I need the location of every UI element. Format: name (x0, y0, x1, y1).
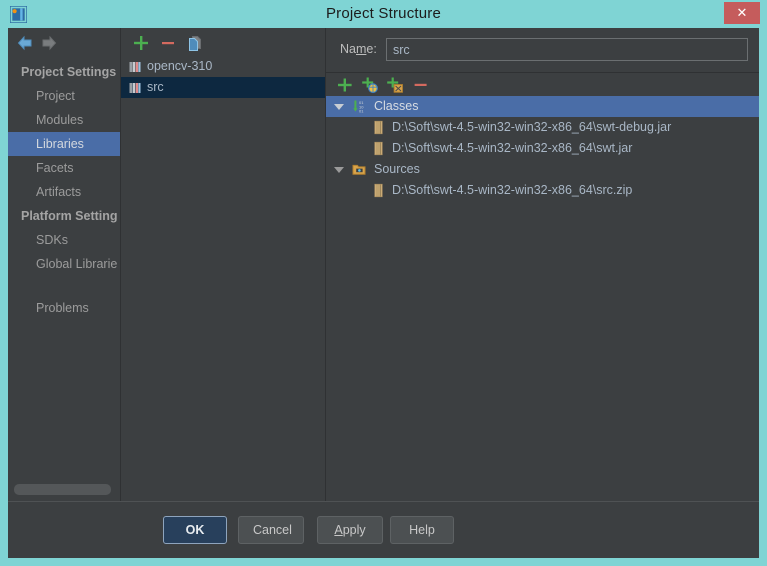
remove-root-button[interactable] (411, 76, 431, 94)
tree-node-label: Classes (374, 99, 419, 113)
tree-node-label: D:\Soft\swt-4.5-win32-win32-x86_64\swt-d… (392, 120, 672, 134)
forward-arrow-icon[interactable] (40, 35, 58, 51)
remove-library-button[interactable] (158, 33, 178, 53)
roots-toolbar (326, 73, 759, 96)
close-button[interactable]: ✕ (724, 2, 760, 24)
add-library-button[interactable] (131, 33, 151, 53)
nav-group-header-platform-settings: Platform Setting (21, 209, 118, 223)
sidebar-item-modules[interactable]: Modules (8, 108, 120, 132)
list-item[interactable]: src (121, 77, 325, 98)
library-editor-panel: Name: src 01 10 01 Classes D:\Soft\swt-4… (326, 28, 759, 501)
list-item-label: src (147, 80, 164, 94)
libraries-list: opencv-310 src (121, 56, 325, 501)
tree-node-label: D:\Soft\swt-4.5-win32-win32-x86_64\src.z… (392, 183, 633, 197)
name-row: Name: (326, 28, 759, 72)
title-bar: Project Structure ✕ (0, 0, 767, 28)
classes-binary-icon: 01 10 01 (352, 99, 367, 114)
tree-node-sources-entry[interactable]: D:\Soft\swt-4.5-win32-win32-x86_64\src.z… (326, 180, 759, 201)
dialog-button-bar: OK Cancel Apply Help (8, 502, 759, 558)
sidebar-item-global-libraries[interactable]: Global Librarie (8, 252, 120, 276)
jar-archive-icon (371, 183, 386, 198)
navigation-arrows (8, 32, 120, 56)
sidebar-item-libraries[interactable]: Libraries (8, 132, 120, 156)
library-books-icon (128, 60, 142, 74)
project-structure-dialog: Project Structure ✕ Project Settings Pro… (0, 0, 767, 566)
cancel-button[interactable]: Cancel (238, 516, 304, 544)
library-books-icon (128, 81, 142, 95)
sidebar-item-sdks[interactable]: SDKs (8, 228, 120, 252)
sidebar-item-project[interactable]: Project (8, 84, 120, 108)
copy-pages-icon[interactable] (185, 33, 205, 53)
libraries-panel: opencv-310 src (121, 28, 326, 501)
chevron-down-icon[interactable] (334, 104, 344, 110)
tree-node-classes[interactable]: 01 10 01 Classes (326, 96, 759, 117)
name-label: Name: (340, 42, 377, 56)
tree-node-sources[interactable]: Sources (326, 159, 759, 180)
nav-group-header-project-settings: Project Settings (21, 65, 117, 79)
chevron-down-icon[interactable] (334, 167, 344, 173)
attach-url-button[interactable] (360, 76, 380, 94)
ok-button[interactable]: OK (163, 516, 227, 544)
sidebar-item-problems[interactable]: Problems (8, 296, 120, 320)
tree-node-classes-entry[interactable]: D:\Soft\swt-4.5-win32-win32-x86_64\swt-d… (326, 117, 759, 138)
settings-nav-list: Project Settings Project Modules Librari… (8, 60, 120, 320)
apply-button[interactable]: Apply (317, 516, 383, 544)
list-item-label: opencv-310 (147, 59, 213, 73)
jar-archive-icon (371, 120, 386, 135)
sidebar-scrollbar-thumb[interactable] (14, 484, 111, 495)
attach-jar-directories-button[interactable] (385, 76, 405, 94)
list-item[interactable]: opencv-310 (121, 56, 325, 77)
tree-node-label: Sources (374, 162, 420, 176)
sidebar-item-artifacts[interactable]: Artifacts (8, 180, 120, 204)
name-input[interactable] (386, 38, 748, 61)
tree-node-classes-entry[interactable]: D:\Soft\swt-4.5-win32-win32-x86_64\swt.j… (326, 138, 759, 159)
dialog-body: Project Settings Project Modules Librari… (8, 28, 759, 558)
sidebar-horizontal-scrollbar[interactable] (14, 484, 118, 495)
libraries-toolbar (121, 28, 325, 56)
window-title: Project Structure (325, 5, 442, 22)
attach-files-button[interactable] (335, 76, 355, 94)
back-arrow-icon[interactable] (16, 35, 34, 51)
settings-sidebar: Project Settings Project Modules Librari… (8, 28, 121, 501)
svg-text:01: 01 (359, 109, 364, 114)
library-roots-tree: 01 10 01 Classes D:\Soft\swt-4.5-win32-w… (326, 96, 759, 501)
jar-archive-icon (371, 141, 386, 156)
sidebar-item-facets[interactable]: Facets (8, 156, 120, 180)
sources-folder-icon (352, 162, 367, 177)
tree-node-label: D:\Soft\swt-4.5-win32-win32-x86_64\swt.j… (392, 141, 633, 155)
help-button[interactable]: Help (390, 516, 454, 544)
